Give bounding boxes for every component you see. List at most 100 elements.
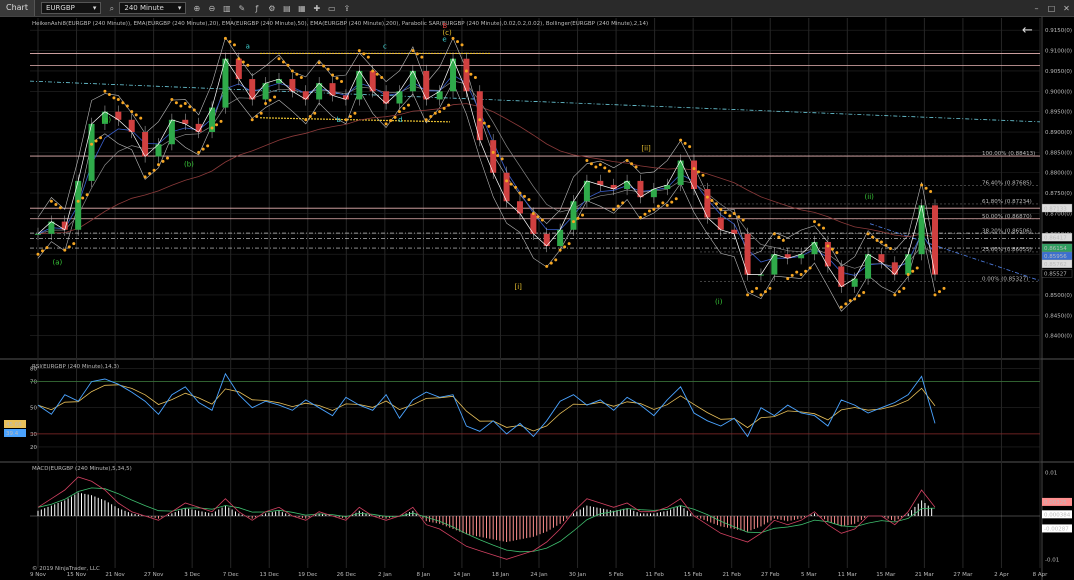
zoom-out-icon[interactable]: ⊖: [206, 3, 217, 14]
sar-dot: [85, 193, 89, 197]
minimize-icon[interactable]: –: [1031, 3, 1042, 14]
zoom-in-icon[interactable]: ⊕: [191, 3, 202, 14]
x-tick-label: 5 Mar: [801, 572, 817, 578]
sar-dot: [714, 202, 718, 206]
sar-dot: [558, 248, 562, 252]
trendline: [29, 80, 1041, 123]
sar-dot: [822, 226, 826, 230]
sar-dot: [366, 55, 370, 59]
sar-dot: [585, 159, 589, 163]
x-tick-label: 21 Feb: [722, 572, 741, 578]
wave-label: b: [336, 116, 341, 124]
copyright-text: © 2019 NinjaTrader, LLC: [32, 565, 100, 572]
x-tick-label: 19 Dec: [298, 572, 317, 578]
sar-dot: [76, 199, 80, 203]
sar-dot: [911, 269, 915, 273]
price-axis-tick: 0.9050(0): [1045, 69, 1072, 75]
maximize-icon[interactable]: □: [1046, 3, 1057, 14]
bar-type-icon[interactable]: ▥: [221, 3, 232, 14]
close-icon[interactable]: ✕: [1061, 3, 1072, 14]
fib-label: 76.40% (0.87685): [982, 181, 1032, 187]
sar-dot: [317, 61, 321, 65]
sar-dot: [875, 238, 879, 242]
x-tick-label: 8 Jan: [417, 572, 431, 578]
back-arrow-icon[interactable]: ←: [1022, 23, 1033, 38]
sar-dot: [344, 118, 348, 122]
sar-dot: [143, 175, 147, 179]
strategies-icon[interactable]: ⚙: [266, 3, 277, 14]
sar-dot: [228, 40, 232, 44]
screenshot-icon[interactable]: ▭: [326, 3, 337, 14]
sar-dot: [763, 290, 767, 294]
price-axis-tick: 0.8800(0): [1045, 171, 1072, 177]
wave-label: a: [246, 43, 250, 51]
sar-dot: [728, 214, 732, 218]
fib-label: 23.60% (0.86055): [982, 247, 1032, 253]
interval-label: 240 Minute: [124, 4, 164, 12]
sar-dot: [781, 238, 785, 242]
sar-dot: [206, 144, 210, 148]
sar-dot: [906, 273, 910, 277]
sar-dot: [295, 72, 299, 76]
sar-dot: [857, 294, 861, 298]
sar-dot: [853, 297, 857, 301]
sar-dot: [710, 198, 714, 202]
wave-label: (a): [101, 116, 111, 124]
interval-selector[interactable]: 240 Minute ▾: [119, 2, 187, 14]
price-badge-label: 0.87133: [1044, 206, 1067, 212]
sar-dot: [527, 198, 531, 202]
sar-dot: [103, 89, 107, 93]
sar-dot: [429, 115, 433, 119]
sar-dot: [719, 207, 723, 211]
rsi-axis-tick: 30: [30, 432, 37, 438]
sar-dot: [536, 215, 540, 219]
sar-dot: [897, 290, 901, 294]
sar-dot: [201, 147, 205, 151]
ema-20-line: [37, 74, 936, 276]
sar-dot: [165, 156, 169, 160]
sar-dot: [567, 242, 571, 246]
sar-dot: [500, 157, 504, 161]
sar-dot: [572, 220, 576, 224]
sar-dot: [549, 261, 553, 265]
sar-dot: [304, 118, 308, 122]
drawing-tools-icon[interactable]: ✎: [236, 3, 247, 14]
symbol-selector[interactable]: EURGBP ▾: [40, 2, 102, 14]
sar-dot: [670, 200, 674, 204]
rsi-axis-tick: 50: [30, 406, 37, 412]
search-icon[interactable]: ⌕: [106, 3, 117, 14]
x-tick-label: 18 Jan: [492, 572, 510, 578]
sar-dot: [188, 105, 192, 109]
sar-dot: [862, 290, 866, 294]
sar-dot: [808, 266, 812, 270]
chart-tab[interactable]: Chart: [0, 0, 35, 16]
sar-dot: [634, 165, 638, 169]
sar-dot: [411, 49, 415, 53]
properties-icon[interactable]: ▤: [281, 3, 292, 14]
sar-dot: [844, 302, 848, 306]
sar-dot: [290, 69, 294, 73]
rsi-badge-label: 45.66: [6, 422, 22, 428]
crosshair-icon[interactable]: ✚: [311, 3, 322, 14]
sar-dot: [723, 211, 727, 215]
sar-dot: [938, 290, 941, 294]
sar-dot: [397, 110, 401, 114]
sar-dot: [456, 40, 460, 44]
chart-canvas[interactable]: 9 Nov 15 Nov 21 Nov 27 Nov 3 Dec 7 Dec 13 Dec 1…: [0, 16, 1074, 580]
sar-dot: [683, 141, 687, 145]
indicators-icon[interactable]: ƒ: [251, 3, 262, 14]
x-tick-label: 27 Mar: [953, 572, 973, 578]
sar-dot: [643, 212, 647, 216]
data-box-icon[interactable]: ▦: [296, 3, 307, 14]
sar-dot: [647, 209, 651, 213]
sar-dot: [348, 115, 352, 119]
macd-title: MACD(EURGBP (240 Minute),5,34,5): [32, 466, 132, 472]
sar-dot: [63, 248, 67, 252]
sar-dot: [545, 264, 549, 268]
sar-dot: [621, 201, 625, 205]
sar-dot: [509, 182, 513, 186]
share-icon[interactable]: ⇪: [341, 3, 352, 14]
sar-dot: [451, 36, 455, 40]
sar-dot: [357, 49, 361, 53]
wave-label: (b): [184, 161, 194, 169]
